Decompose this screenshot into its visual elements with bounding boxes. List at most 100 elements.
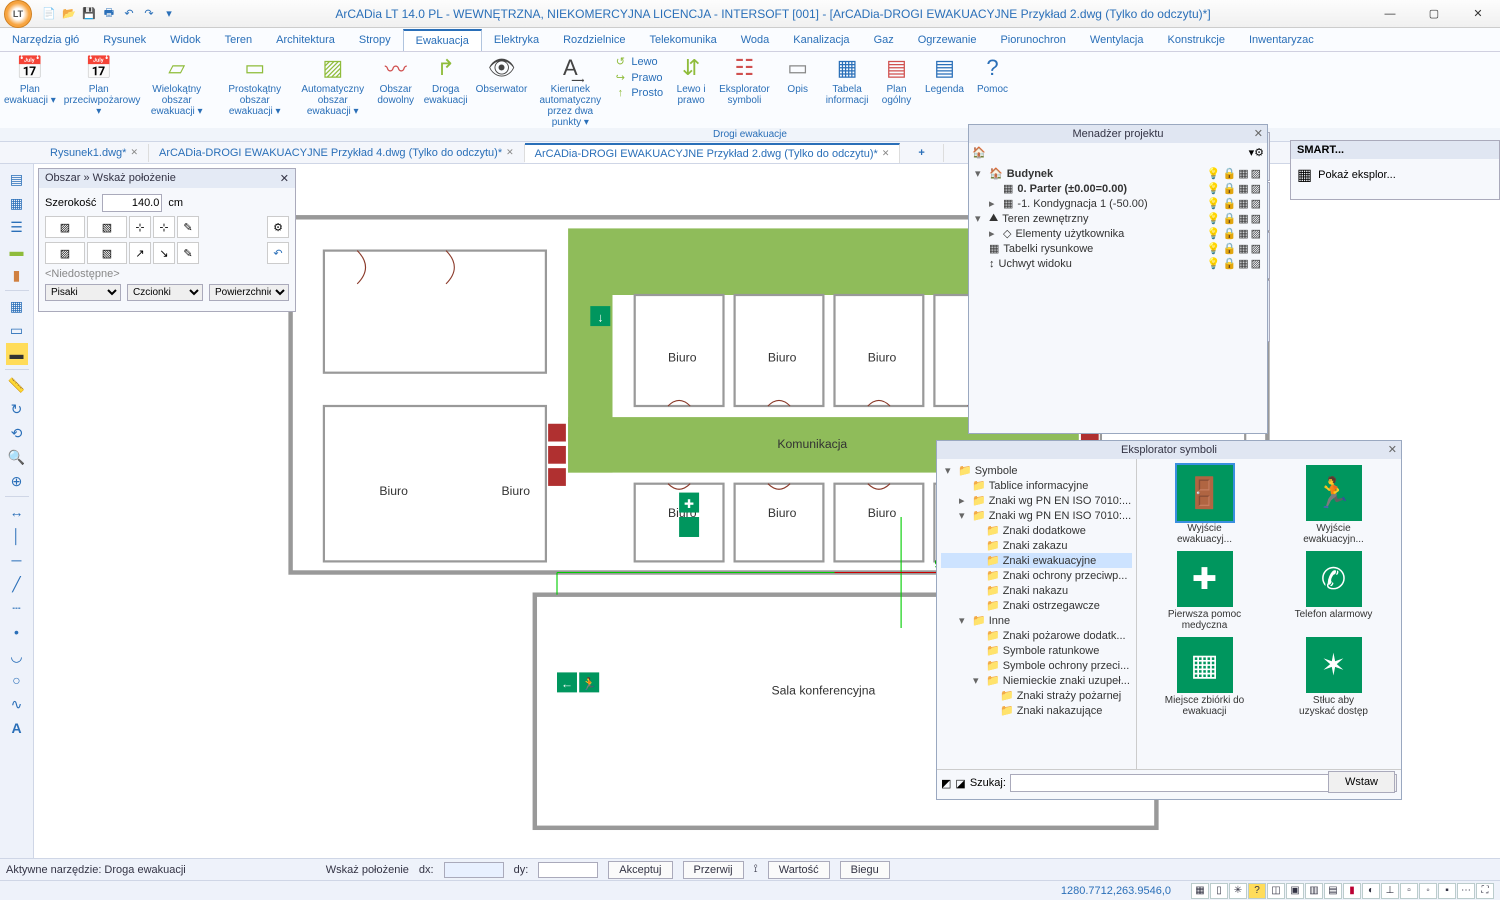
- tool-list-icon[interactable]: ☰: [6, 216, 28, 238]
- mode2-icon[interactable]: ▧: [87, 242, 127, 264]
- tool-vline-icon[interactable]: │: [6, 525, 28, 547]
- menu-tab-telekomunika[interactable]: Telekomunika: [637, 30, 728, 50]
- symbol-item[interactable]: ✶Stłuc aby uzyskać dostęp: [1272, 637, 1395, 717]
- symbol-tree-node[interactable]: 📁Tablice informacyjne: [941, 478, 1132, 493]
- tool-highlight-icon[interactable]: ▬: [6, 343, 28, 365]
- menu-tab-piorunochron[interactable]: Piorunochron: [988, 30, 1077, 50]
- cancel-button[interactable]: Przerwij: [683, 861, 744, 879]
- tool-point-icon[interactable]: •: [6, 621, 28, 643]
- hatch2-icon[interactable]: ▧: [87, 216, 127, 238]
- menu-tab-kanalizacja[interactable]: Kanalizacja: [781, 30, 861, 50]
- value-button[interactable]: Wartość: [768, 861, 830, 879]
- snap-near-icon[interactable]: ▫: [1400, 883, 1418, 899]
- pm-filter-icon[interactable]: ▾⚙: [1249, 146, 1264, 159]
- se-opt1-icon[interactable]: ◩: [941, 777, 951, 790]
- tool-line-icon[interactable]: ╱: [6, 573, 28, 595]
- panel-close-icon[interactable]: ✕: [1388, 443, 1397, 456]
- symbol-tree-node[interactable]: 📁Znaki pożarowe dodatk...: [941, 628, 1132, 643]
- new-tab-button[interactable]: +: [910, 147, 932, 159]
- property-panel-close-icon[interactable]: ✕: [280, 172, 289, 185]
- qat-new-icon[interactable]: 📄: [40, 5, 58, 23]
- menu-tab-rysunek[interactable]: Rysunek: [91, 30, 158, 50]
- menu-tab-wentylacja[interactable]: Wentylacja: [1078, 30, 1156, 50]
- czcionki-select[interactable]: Czcionki: [127, 284, 203, 301]
- ribbon-dir-prawo[interactable]: ↪Prawo: [611, 70, 665, 85]
- symbol-tree-node[interactable]: 📁Znaki ostrzegawcze: [941, 598, 1132, 613]
- symbol-tree-node[interactable]: ▾📁Inne: [941, 613, 1132, 628]
- menu-tab-ogrzewanie[interactable]: Ogrzewanie: [906, 30, 989, 50]
- tool-measure-icon[interactable]: 📏: [6, 374, 28, 396]
- snap-mid-icon[interactable]: ◫: [1267, 883, 1285, 899]
- symbol-item[interactable]: ✆Telefon alarmowy: [1272, 551, 1395, 631]
- tool-fill-icon[interactable]: ▮: [6, 264, 28, 286]
- symbol-tree-node[interactable]: ▾📁Znaki wg PN EN ISO 7010:...: [941, 508, 1132, 523]
- mode5-icon[interactable]: ✎: [177, 242, 199, 264]
- dy-input[interactable]: [538, 862, 598, 878]
- tool-circle-icon[interactable]: ○: [6, 669, 28, 691]
- symbol-item[interactable]: 🚪Wyjście ewakuacyj...: [1143, 465, 1266, 545]
- tool-rotate-icon[interactable]: ⟲: [6, 422, 28, 444]
- tool-hline-icon[interactable]: ─: [6, 549, 28, 571]
- tree-node[interactable]: ▦Tabelki rysunkowe💡🔒▦▨: [975, 241, 1261, 256]
- snap-bs-icon[interactable]: ▮: [1343, 883, 1361, 899]
- pm-home-icon[interactable]: 🏠: [972, 146, 986, 159]
- ribbon-dir-prosto[interactable]: ↑Prosto: [611, 86, 665, 100]
- tool-stamp-icon[interactable]: ▭: [6, 319, 28, 341]
- symbol-item[interactable]: ▦Miejsce zbiórki do ewakuacji: [1143, 637, 1266, 717]
- snap3-icon[interactable]: ✎: [177, 216, 199, 238]
- tree-node[interactable]: ↕Uchwyt widoku💡🔒▦▨: [975, 256, 1261, 271]
- minimize-button[interactable]: —: [1368, 0, 1412, 28]
- ribbon-dir-lewo[interactable]: ↺Lewo: [611, 54, 665, 69]
- snap-grid-icon[interactable]: ▦: [1191, 883, 1209, 899]
- symbol-item[interactable]: ✚Pierwsza pomoc medyczna: [1143, 551, 1266, 631]
- app-logo-icon[interactable]: LT: [4, 0, 32, 28]
- mode1-icon[interactable]: ▨: [45, 242, 85, 264]
- tool-zoomfit-icon[interactable]: ⊕: [6, 470, 28, 492]
- coord-mode-icon[interactable]: ⟟: [754, 863, 758, 876]
- menu-tab-widok[interactable]: Widok: [158, 30, 213, 50]
- symbol-tree-node[interactable]: ▾📁Symbole: [941, 463, 1132, 478]
- menu-tab-woda[interactable]: Woda: [729, 30, 782, 50]
- menu-tab-architektura[interactable]: Architektura: [264, 30, 347, 50]
- mode3-icon[interactable]: ↗: [129, 242, 151, 264]
- tool-rect-icon[interactable]: ▬: [6, 240, 28, 262]
- polar-button[interactable]: Biegu: [840, 861, 890, 879]
- snap-ext-icon[interactable]: ▥: [1305, 883, 1323, 899]
- snap-ortho-icon[interactable]: ▯: [1210, 883, 1228, 899]
- snap-polar-icon[interactable]: ✳: [1229, 883, 1247, 899]
- menu-tab-teren[interactable]: Teren: [213, 30, 265, 50]
- symbol-tree-node[interactable]: 📁Znaki nakazu: [941, 583, 1132, 598]
- snap-par-icon[interactable]: ▤: [1324, 883, 1342, 899]
- tool-text-icon[interactable]: A: [6, 717, 28, 739]
- qat-undo-icon[interactable]: ↶: [120, 5, 138, 23]
- tool-dim-icon[interactable]: ↔: [6, 501, 28, 523]
- tool-refresh-icon[interactable]: ↻: [6, 398, 28, 420]
- snap-cen-icon[interactable]: ▣: [1286, 883, 1304, 899]
- pisaki-select[interactable]: Pisaki: [45, 284, 121, 301]
- maximize-button[interactable]: ▢: [1412, 0, 1456, 28]
- panel-close-icon[interactable]: ✕: [1254, 127, 1263, 140]
- menu-tab-ewakuacja[interactable]: Ewakuacja: [403, 29, 482, 51]
- menu-tab-elektryka[interactable]: Elektryka: [482, 30, 551, 50]
- snap-ins-icon[interactable]: ▪: [1438, 883, 1456, 899]
- se-opt2-icon[interactable]: ◪: [955, 777, 965, 790]
- symbol-search-input[interactable]: [1010, 774, 1345, 792]
- snap1-icon[interactable]: ⊹: [129, 216, 151, 238]
- smart-explorer-button[interactable]: Pokaż eksplor...: [1318, 169, 1396, 181]
- tool-table-icon[interactable]: ▦: [6, 295, 28, 317]
- status-more-icon[interactable]: ⋯: [1457, 883, 1475, 899]
- qat-print-icon[interactable]: 🖶: [100, 5, 118, 23]
- document-tab[interactable]: ArCADia-DROGI EWAKUACYJNE Przykład 4.dwg…: [149, 144, 525, 162]
- undo-panel-icon[interactable]: ↶: [267, 242, 289, 264]
- smart-explorer-icon[interactable]: ▦: [1297, 165, 1312, 185]
- menu-tab-rozdzielnice[interactable]: Rozdzielnice: [551, 30, 637, 50]
- symbol-tree-node[interactable]: 📁Symbole ratunkowe: [941, 643, 1132, 658]
- tab-close-icon[interactable]: ✕: [130, 147, 138, 158]
- tab-close-icon[interactable]: ✕: [506, 147, 514, 158]
- snap2-icon[interactable]: ⊹: [153, 216, 175, 238]
- tool-arc-icon[interactable]: ◡: [6, 645, 28, 667]
- snap-node-icon[interactable]: ◦: [1419, 883, 1437, 899]
- mode4-icon[interactable]: ↘: [153, 242, 175, 264]
- symbol-tree-node[interactable]: 📁Znaki dodatkowe: [941, 523, 1132, 538]
- width-input[interactable]: [102, 194, 162, 212]
